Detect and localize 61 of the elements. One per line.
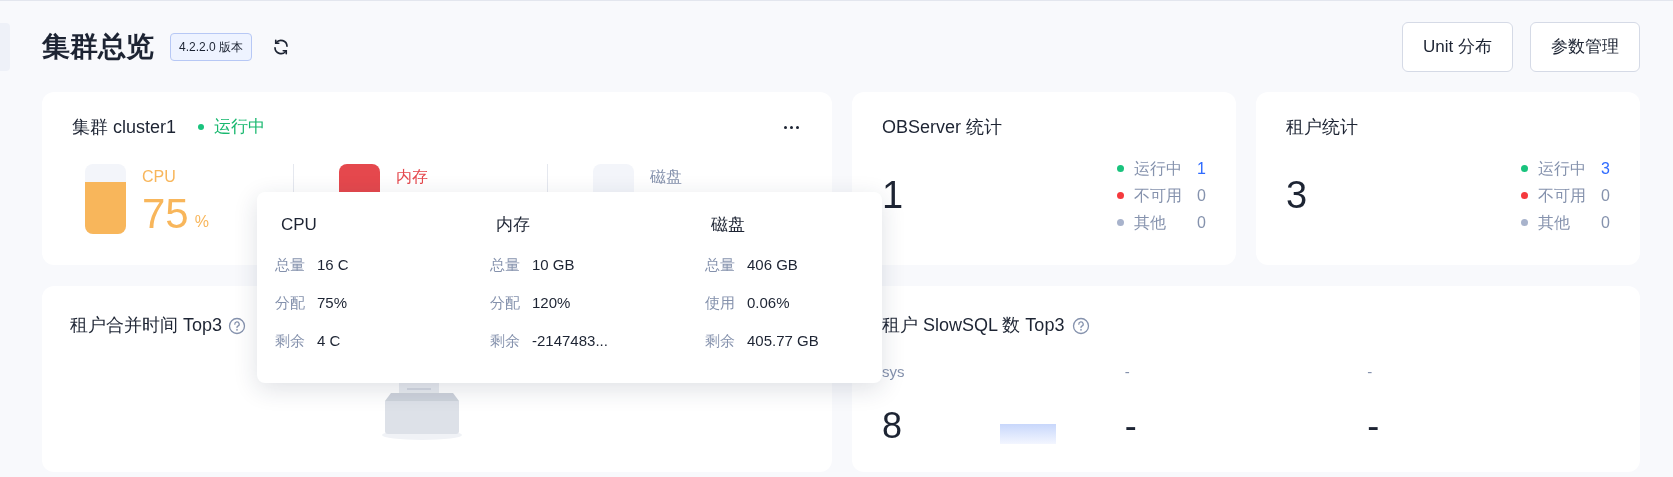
- tooltip-value: -2147483...: [532, 330, 608, 351]
- total-count: 3: [1286, 173, 1308, 218]
- metric-value: 75: [142, 192, 189, 236]
- version-tag: 4.2.2.0 版本: [170, 33, 253, 61]
- tooltip-label: 剩余: [275, 330, 305, 351]
- help-icon[interactable]: [1072, 316, 1091, 335]
- legend-label: 运行中: [1538, 158, 1587, 179]
- cluster-status: 运行中: [214, 116, 266, 139]
- metric-unit: %: [194, 212, 209, 232]
- tooltip-heading: 内存: [495, 214, 531, 236]
- tooltip-value: 405.77 GB: [747, 330, 819, 351]
- card-title: 租户 SlowSQL 数 Top3: [882, 314, 1065, 337]
- tooltip-label: 分配: [275, 292, 305, 313]
- tooltip-value: 4 C: [317, 330, 341, 351]
- legend-count: 3: [1600, 158, 1610, 179]
- header-button[interactable]: 参数管理: [1530, 22, 1640, 72]
- refresh-icon[interactable]: [272, 38, 291, 56]
- legend-label: 其他: [1538, 212, 1571, 233]
- trend-bar: [1000, 423, 1056, 444]
- tooltip-value: 16 C: [317, 254, 349, 275]
- legend-label: 不可用: [1538, 185, 1587, 206]
- tooltip-label: 剩余: [490, 330, 520, 351]
- tooltip-heading: 磁盘: [710, 214, 746, 236]
- tooltip-value: 75%: [317, 292, 348, 313]
- tooltip-label: 总量: [490, 254, 520, 275]
- metric-label: CPU: [142, 167, 177, 187]
- total-count: 1: [882, 173, 904, 218]
- slowsql-count: 8: [882, 405, 904, 446]
- metric-label: 内存: [395, 167, 428, 187]
- card-title: OBServer 统计: [882, 116, 1004, 139]
- header-button[interactable]: Unit 分布: [1402, 22, 1513, 72]
- slowsql-count: -: [1367, 405, 1381, 446]
- legend-count: 1: [1196, 158, 1206, 179]
- tooltip-label: 使用: [705, 292, 735, 313]
- cluster-name: 集群 cluster1: [72, 115, 177, 139]
- tooltip-value: 0.06%: [747, 292, 790, 313]
- page-title: 集群总览: [42, 30, 154, 64]
- tooltip-label: 分配: [490, 292, 520, 313]
- tooltip-heading: CPU: [280, 214, 318, 236]
- tooltip-label: 总量: [275, 254, 305, 275]
- tenant-name: -: [1367, 362, 1374, 382]
- legend-count: 0: [1196, 185, 1206, 206]
- tooltip-value: 10 GB: [532, 254, 575, 275]
- tooltip-value: 406 GB: [747, 254, 798, 275]
- legend-count: 0: [1600, 185, 1610, 206]
- legend-count: 0: [1196, 212, 1206, 233]
- metric-label: 磁盘: [650, 167, 683, 187]
- legend-count: 0: [1600, 212, 1610, 233]
- legend-label: 不可用: [1134, 185, 1183, 206]
- more-icon[interactable]: [784, 125, 799, 129]
- card-title: 租户统计: [1286, 116, 1359, 139]
- card-title: 租户合并时间 Top3: [70, 314, 223, 337]
- tooltip-label: 剩余: [705, 330, 735, 351]
- slowsql-count: -: [1124, 405, 1138, 446]
- legend-label: 运行中: [1134, 158, 1183, 179]
- tenant-name: -: [1124, 362, 1131, 382]
- tooltip-value: 120%: [532, 292, 571, 313]
- help-icon[interactable]: [228, 316, 247, 335]
- tooltip-label: 总量: [705, 254, 735, 275]
- legend-label: 其他: [1134, 212, 1167, 233]
- tenant-name: sys: [882, 362, 906, 382]
